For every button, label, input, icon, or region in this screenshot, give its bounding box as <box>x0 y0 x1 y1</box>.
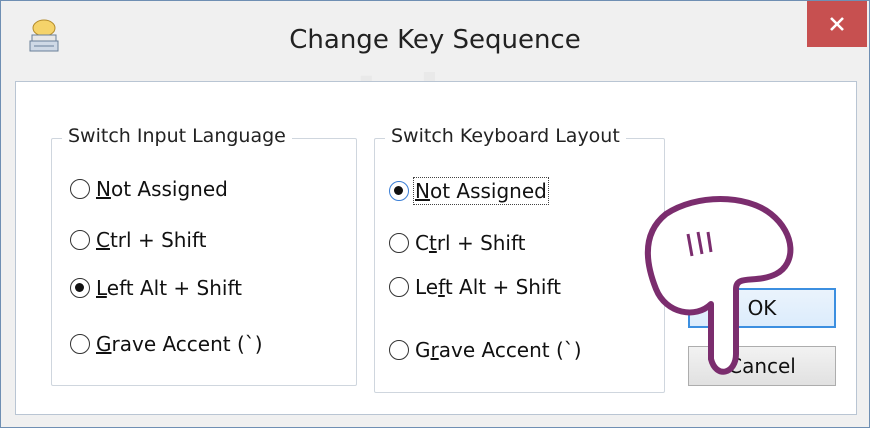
radio-button[interactable] <box>389 277 409 297</box>
radio-label: Grave Accent (`) <box>96 332 263 356</box>
radio-input-not-assigned[interactable]: Not Assigned <box>70 177 228 201</box>
radio-layout-not-assigned[interactable]: Not Assigned <box>389 177 549 205</box>
radio-button[interactable] <box>70 230 90 250</box>
radio-button[interactable] <box>389 233 409 253</box>
cancel-button[interactable]: Cancel <box>688 346 836 386</box>
group-legend-input-language: Switch Input Language <box>62 125 292 147</box>
radio-button-checked[interactable] <box>389 181 409 201</box>
dialog-title: Change Key Sequence <box>289 25 581 55</box>
radio-label: Left Alt + Shift <box>96 276 243 300</box>
group-switch-input-language: Switch Input Language Not Assigned Ctrl … <box>51 125 357 386</box>
radio-layout-left-alt-shift[interactable]: Left Alt + Shift <box>389 275 561 299</box>
group-switch-keyboard-layout: Switch Keyboard Layout Not Assigned Ctrl… <box>374 125 665 393</box>
group-legend-keyboard-layout: Switch Keyboard Layout <box>385 125 626 147</box>
radio-input-left-alt-shift[interactable]: Left Alt + Shift <box>70 276 242 300</box>
radio-label: Not Assigned <box>413 177 549 205</box>
dialog-window: Change Key Sequence uantrimang Switch In… <box>0 0 870 428</box>
radio-label: Ctrl + Shift <box>415 231 526 255</box>
radio-label: Not Assigned <box>96 177 228 201</box>
close-button[interactable] <box>807 1 867 47</box>
radio-label: Left Alt + Shift <box>415 275 562 299</box>
radio-button[interactable] <box>70 179 90 199</box>
title-bar[interactable]: Change Key Sequence <box>1 1 869 81</box>
dialog-body: Switch Input Language Not Assigned Ctrl … <box>15 81 857 415</box>
radio-button[interactable] <box>389 340 409 360</box>
radio-label: Grave Accent (`) <box>415 338 582 362</box>
radio-layout-ctrl-shift[interactable]: Ctrl + Shift <box>389 231 526 255</box>
close-icon <box>830 17 844 31</box>
radio-layout-grave-accent[interactable]: Grave Accent (`) <box>389 338 582 362</box>
radio-button-checked[interactable] <box>70 278 90 298</box>
ok-button[interactable]: OK <box>688 288 836 328</box>
radio-button[interactable] <box>70 334 90 354</box>
radio-label: Ctrl + Shift <box>96 228 207 252</box>
radio-input-grave-accent[interactable]: Grave Accent (`) <box>70 332 263 356</box>
radio-input-ctrl-shift[interactable]: Ctrl + Shift <box>70 228 207 252</box>
